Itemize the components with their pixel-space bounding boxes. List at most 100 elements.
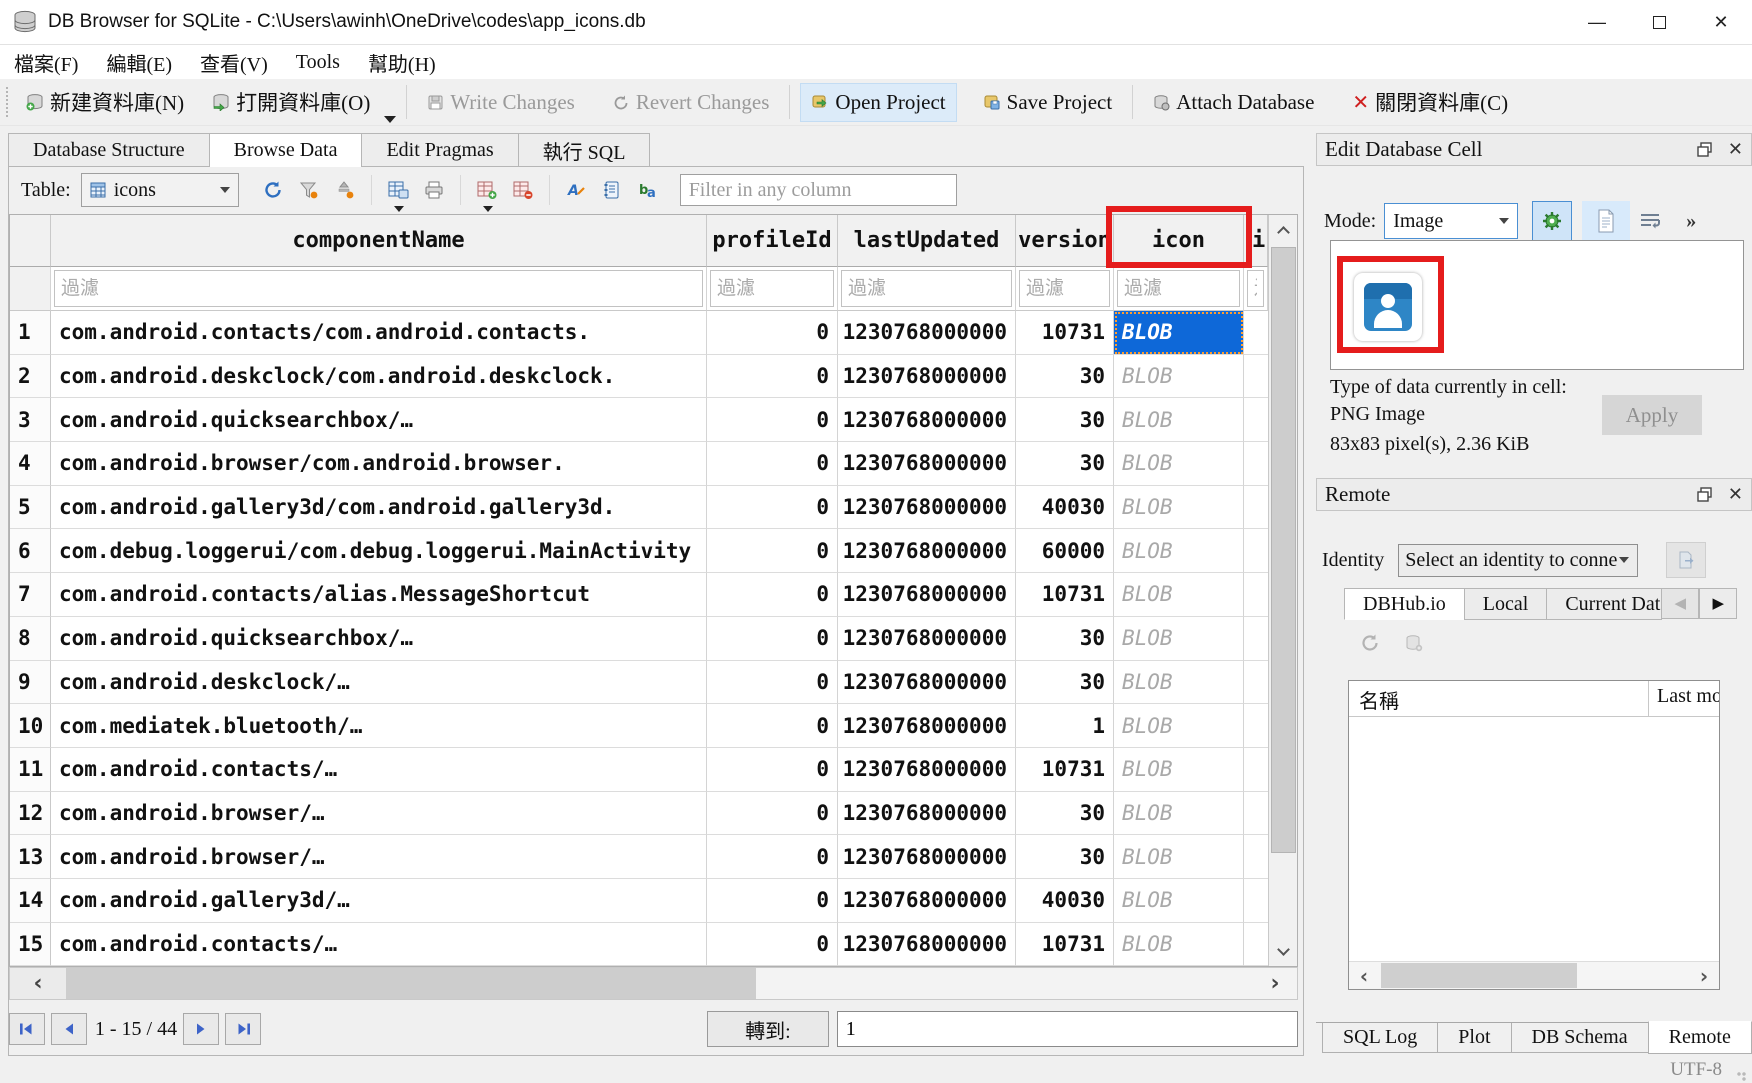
new-record-dropdown-caret[interactable] — [483, 206, 493, 212]
tab-local[interactable]: Local — [1464, 588, 1548, 620]
row-number-cell[interactable]: 15 — [10, 923, 51, 967]
first-record-button[interactable] — [9, 1013, 45, 1045]
partial-cell[interactable] — [1244, 704, 1268, 748]
filter-any-column-input[interactable] — [680, 174, 957, 206]
remote-refresh-button[interactable] — [1360, 633, 1380, 653]
partial-cell[interactable] — [1244, 442, 1268, 486]
tab-scroll-right-button[interactable]: ▶ — [1699, 588, 1737, 619]
remote-horizontal-scrollbar[interactable]: ‹ › — [1349, 961, 1719, 989]
partial-cell[interactable] — [1244, 879, 1268, 923]
row-number-cell[interactable]: 9 — [10, 661, 51, 705]
icon-blob-cell[interactable]: BLOB — [1114, 617, 1244, 661]
close-button[interactable]: ✕ — [1690, 0, 1752, 44]
profileId-cell[interactable]: 0 — [707, 792, 838, 836]
row-number-cell[interactable]: 12 — [10, 792, 51, 836]
profileId-cell[interactable]: 0 — [707, 661, 838, 705]
menu-tools[interactable]: Tools — [282, 45, 354, 79]
profileId-cell[interactable]: 0 — [707, 835, 838, 879]
table-row[interactable]: 7 com.android.contacts/alias.MessageShor… — [10, 573, 1268, 617]
maximize-button[interactable] — [1628, 0, 1690, 44]
profileId-cell[interactable]: 0 — [707, 573, 838, 617]
new-database-button[interactable]: 新建資料庫(N) — [16, 81, 194, 123]
table-row[interactable]: 10 com.mediatek.bluetooth/… 0 1230768000… — [10, 704, 1268, 748]
version-cell[interactable]: 30 — [1016, 835, 1114, 879]
icon-blob-cell[interactable]: BLOB — [1114, 879, 1244, 923]
filter-partial-input[interactable] — [1247, 270, 1264, 307]
componentName-cell[interactable]: com.mediatek.bluetooth/… — [51, 704, 707, 748]
icon-blob-cell[interactable]: BLOB — [1114, 529, 1244, 573]
row-number-cell[interactable]: 5 — [10, 486, 51, 530]
corner-header-cell[interactable] — [10, 215, 51, 267]
profileId-cell[interactable]: 0 — [707, 486, 838, 530]
version-cell[interactable]: 10731 — [1016, 923, 1114, 967]
identity-selector[interactable]: Select an identity to conne — [1398, 544, 1638, 577]
partial-cell[interactable] — [1244, 398, 1268, 442]
float-panel-icon[interactable] — [1697, 487, 1712, 502]
remote-clone-db-button[interactable] — [1404, 633, 1424, 653]
icon-blob-cell[interactable]: BLOB — [1114, 311, 1244, 355]
lastUpdated-cell[interactable]: 1230768000000 — [838, 835, 1016, 879]
open-database-dropdown-caret[interactable] — [384, 116, 396, 123]
partial-cell[interactable] — [1244, 486, 1268, 530]
insert-values-button[interactable]: A — [558, 173, 594, 207]
menu-file[interactable]: 檔案(F) — [0, 45, 92, 79]
row-number-cell[interactable]: 10 — [10, 704, 51, 748]
table-row[interactable]: 12 com.android.browser/… 0 1230768000000… — [10, 792, 1268, 836]
next-record-button[interactable] — [183, 1013, 219, 1045]
table-selector[interactable]: icons — [81, 173, 239, 207]
partial-cell[interactable] — [1244, 748, 1268, 792]
lastUpdated-cell[interactable]: 1230768000000 — [838, 398, 1016, 442]
resize-grip-icon[interactable] — [1736, 1071, 1748, 1083]
close-panel-icon[interactable]: ✕ — [1728, 139, 1743, 160]
scroll-right-button[interactable]: › — [1255, 968, 1295, 999]
view-as-text-button[interactable] — [1582, 201, 1630, 241]
menu-help[interactable]: 幫助(H) — [354, 45, 450, 79]
tab-db-schema[interactable]: DB Schema — [1511, 1023, 1649, 1053]
tab-current-database[interactable]: Current Dat — [1546, 588, 1662, 620]
lastUpdated-cell[interactable]: 1230768000000 — [838, 792, 1016, 836]
lastUpdated-cell[interactable]: 1230768000000 — [838, 661, 1016, 705]
print-button[interactable] — [416, 173, 452, 207]
clear-filters-button[interactable] — [291, 173, 327, 207]
tab-plot[interactable]: Plot — [1437, 1023, 1511, 1053]
icon-blob-cell[interactable]: BLOB — [1114, 792, 1244, 836]
icon-blob-cell[interactable]: BLOB — [1114, 835, 1244, 879]
version-cell[interactable]: 40030 — [1016, 879, 1114, 923]
componentName-cell[interactable]: com.android.deskclock/… — [51, 661, 707, 705]
column-header-icon[interactable]: icon — [1114, 215, 1244, 267]
partial-cell[interactable] — [1244, 355, 1268, 399]
version-cell[interactable]: 30 — [1016, 792, 1114, 836]
table-row[interactable]: 14 com.android.gallery3d/… 0 12307680000… — [10, 879, 1268, 923]
minimize-button[interactable]: — — [1566, 0, 1628, 44]
lastUpdated-cell[interactable]: 1230768000000 — [838, 529, 1016, 573]
icon-blob-cell[interactable]: BLOB — [1114, 923, 1244, 967]
componentName-cell[interactable]: com.debug.loggerui/com.debug.loggerui.Ma… — [51, 529, 707, 573]
tab-execute-sql[interactable]: 執行 SQL — [518, 133, 651, 166]
icon-blob-cell[interactable]: BLOB — [1114, 398, 1244, 442]
componentName-cell[interactable]: com.android.contacts/alias.MessageShortc… — [51, 573, 707, 617]
profileId-cell[interactable]: 0 — [707, 704, 838, 748]
table-row[interactable]: 1 com.android.contacts/com.android.conta… — [10, 311, 1268, 355]
componentName-cell[interactable]: com.android.contacts/com.android.contact… — [51, 311, 707, 355]
lastUpdated-cell[interactable]: 1230768000000 — [838, 486, 1016, 530]
version-cell[interactable]: 30 — [1016, 661, 1114, 705]
table-row[interactable]: 4 com.android.browser/com.android.browse… — [10, 442, 1268, 486]
componentName-cell[interactable]: com.android.browser/… — [51, 792, 707, 836]
componentName-cell[interactable]: com.android.quicksearchbox/… — [51, 617, 707, 661]
previous-record-button[interactable] — [51, 1013, 87, 1045]
table-row[interactable]: 8 com.android.quicksearchbox/… 0 1230768… — [10, 617, 1268, 661]
profileId-cell[interactable]: 0 — [707, 529, 838, 573]
row-number-cell[interactable]: 1 — [10, 311, 51, 355]
save-project-button[interactable]: Save Project — [973, 84, 1123, 121]
componentName-cell[interactable]: com.android.contacts/… — [51, 923, 707, 967]
componentName-cell[interactable]: com.android.contacts/… — [51, 748, 707, 792]
column-header-ic-partial[interactable]: ic — [1244, 215, 1268, 267]
menu-edit[interactable]: 編輯(E) — [92, 45, 186, 79]
horizontal-scrollbar-thumb[interactable] — [66, 968, 756, 999]
lastUpdated-cell[interactable]: 1230768000000 — [838, 704, 1016, 748]
filter-lastUpdated-input[interactable] — [841, 270, 1012, 307]
row-number-cell[interactable]: 2 — [10, 355, 51, 399]
revert-changes-button[interactable]: Revert Changes — [603, 84, 780, 121]
partial-cell[interactable] — [1244, 835, 1268, 879]
row-number-cell[interactable]: 13 — [10, 835, 51, 879]
